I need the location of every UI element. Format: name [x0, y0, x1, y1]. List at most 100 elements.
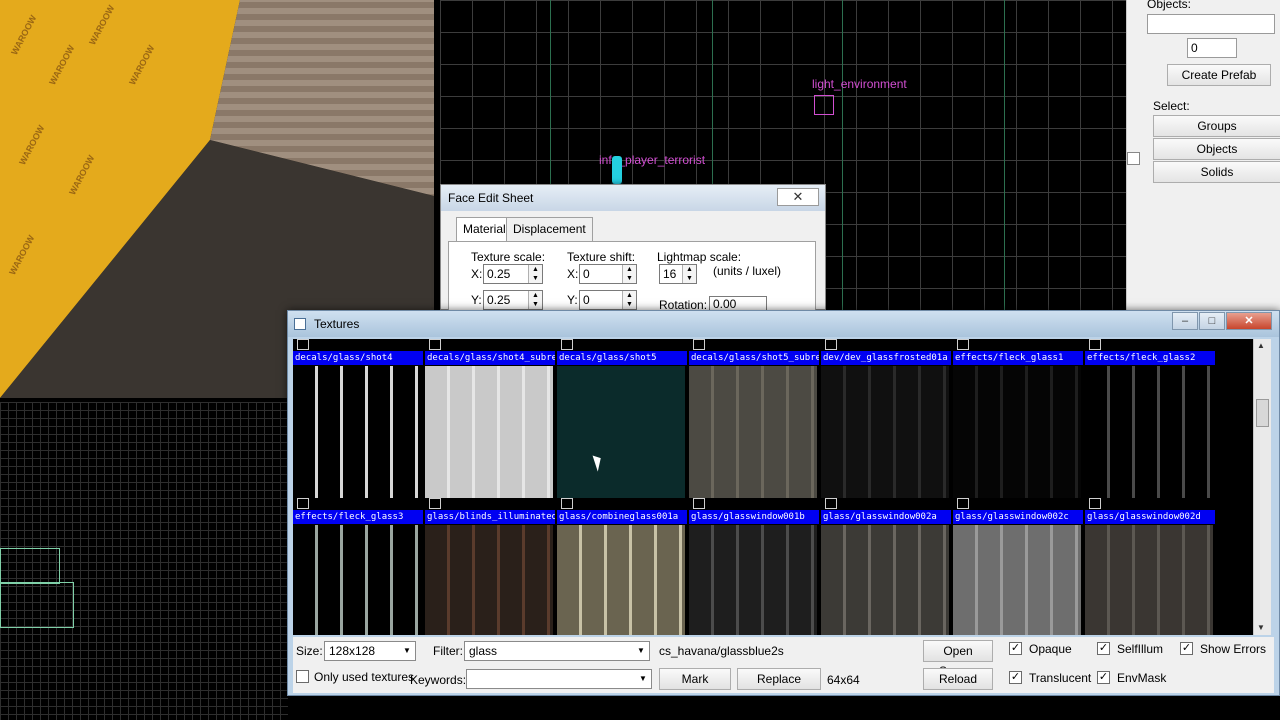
replace-button[interactable]: Replace — [737, 668, 821, 690]
texture-tag-icon — [693, 498, 705, 509]
texture-tag-icon — [693, 339, 705, 350]
lightmap-scale-value: 16 — [663, 267, 677, 281]
scroll-up-icon[interactable]: ▲ — [1257, 341, 1265, 350]
texture-tag-icon — [1089, 498, 1101, 509]
chevron-down-icon[interactable]: ▼ — [633, 642, 649, 660]
texture-thumbnail — [821, 525, 949, 635]
texture-tag-icon — [825, 498, 837, 509]
size-value: 128x128 — [329, 644, 376, 658]
texture-name: glass/glasswindow002d — [1085, 510, 1215, 524]
texture-thumbnail — [1085, 525, 1213, 635]
translucent-checkbox[interactable]: ✓ — [1009, 671, 1022, 684]
texture-tag-icon — [297, 498, 309, 509]
texture-thumbnail — [953, 366, 1081, 498]
envmask-checkbox[interactable]: ✓ — [1097, 671, 1110, 684]
rotation-value: 0.00 — [713, 297, 737, 311]
create-prefab-button[interactable]: Create Prefab — [1167, 64, 1271, 86]
mark-button[interactable]: Mark — [659, 668, 731, 690]
texture-thumbnail — [425, 366, 553, 498]
opaque-checkbox[interactable]: ✓ — [1009, 642, 1022, 655]
scrollbar-thumb[interactable] — [1256, 399, 1269, 427]
light-environment-box[interactable] — [814, 95, 834, 115]
texture-thumbnail — [557, 366, 685, 498]
face-edit-titlebar[interactable]: Face Edit Sheet ✕ — [441, 185, 825, 211]
select-solids-button[interactable]: Solids — [1153, 161, 1280, 183]
objects-label: Objects: — [1147, 0, 1192, 11]
scale-y-value: 0.25 — [487, 293, 511, 307]
maximize-icon[interactable]: □ — [1199, 312, 1225, 330]
count-spinner[interactable]: 0 — [1187, 38, 1237, 58]
count-value: 0 — [1191, 41, 1198, 55]
texture-scale-label: Texture scale: — [471, 250, 546, 264]
tab-displacement[interactable]: Displacement — [506, 217, 593, 241]
texture-name: effects/fleck_glass2 — [1085, 351, 1215, 365]
scale-x-input[interactable]: 0.25 ▲ ▼ — [483, 264, 543, 284]
only-used-checkbox[interactable] — [296, 670, 309, 683]
texture-thumbnail — [953, 525, 1081, 635]
select-label: Select: — [1153, 99, 1190, 113]
tab-material[interactable]: Material — [456, 217, 513, 241]
selfillum-label: SelfIllum — [1117, 642, 1164, 656]
textures-window: Textures – □ ✕ decals/glass/shot4 decals/… — [287, 310, 1280, 696]
spin-arrows-icon[interactable]: ▲ ▼ — [622, 265, 636, 283]
size-select[interactable]: 128x128 ▼ — [324, 641, 416, 661]
minimize-icon[interactable]: – — [1172, 312, 1198, 330]
show-errors-checkbox[interactable]: ✓ — [1180, 642, 1193, 655]
select-objects-button[interactable]: Objects — [1153, 138, 1280, 160]
texture-tag-icon — [561, 498, 573, 509]
panel-checkbox[interactable] — [1127, 152, 1140, 165]
texture-scrollbar[interactable]: ▲ ▼ — [1253, 339, 1271, 635]
scroll-down-icon[interactable]: ▼ — [1257, 623, 1265, 632]
shift-y-input[interactable]: 0 ▲ ▼ — [579, 290, 637, 310]
filter-input[interactable]: glass ▼ — [464, 641, 650, 661]
texture-browser-grid[interactable]: decals/glass/shot4 decals/glass/shot4_sub… — [293, 339, 1253, 635]
texture-thumbnail — [293, 525, 421, 635]
lightmap-scale-label: Lightmap scale: — [657, 250, 742, 264]
current-texture-name: cs_havana/glassblue2s — [659, 644, 784, 658]
texture-shift-label: Texture shift: — [567, 250, 636, 264]
spin-arrows-icon[interactable]: ▲ ▼ — [622, 291, 636, 309]
current-texture-size: 64x64 — [827, 673, 860, 687]
texture-thumbnail — [557, 525, 685, 635]
objects-combo[interactable] — [1147, 14, 1275, 34]
texture-name: glass/glasswindow002a — [821, 510, 951, 524]
face-edit-body: Material Displacement Texture scale: Tex… — [448, 217, 816, 312]
chevron-down-icon[interactable]: ▼ — [635, 670, 651, 688]
close-icon[interactable]: ✕ — [1226, 312, 1272, 330]
texture-name: effects/fleck_glass1 — [953, 351, 1083, 365]
spin-arrows-icon[interactable]: ▲ ▼ — [682, 265, 696, 283]
close-icon[interactable]: ✕ — [777, 188, 819, 206]
shift-x-input[interactable]: 0 ▲ ▼ — [579, 264, 637, 284]
selfillum-checkbox[interactable]: ✓ — [1097, 642, 1110, 655]
spin-arrows-icon[interactable]: ▲ ▼ — [528, 265, 542, 283]
face-edit-dialog: Face Edit Sheet ✕ Material Displacement … — [440, 184, 826, 312]
entity-label-light-environment[interactable]: light_environment — [812, 77, 907, 91]
show-errors-label: Show Errors — [1200, 642, 1267, 656]
translucent-label: Translucent — [1029, 671, 1092, 685]
grid-axis-line — [842, 0, 843, 310]
textures-titlebar[interactable]: Textures – □ ✕ — [288, 311, 1279, 337]
reload-button[interactable]: Reload — [923, 668, 993, 690]
texture-name: glass/glasswindow001b — [689, 510, 819, 524]
textures-title: Textures — [314, 317, 360, 331]
texture-name: glass/glasswindow002c — [953, 510, 1083, 524]
viewport-side-2d[interactable] — [0, 402, 288, 720]
chevron-down-icon[interactable]: ▼ — [399, 642, 415, 660]
texture-name: effects/fleck_glass3 — [293, 510, 423, 524]
texture-name: glass/blinds_illuminated — [425, 510, 555, 524]
brush-outline — [0, 548, 60, 584]
keywords-input[interactable]: ▼ — [466, 669, 652, 689]
texture-tag-icon — [1089, 339, 1101, 350]
open-source-button[interactable]: Open Source — [923, 640, 993, 678]
lightmap-scale-input[interactable]: 16 ▲ ▼ — [659, 264, 697, 284]
select-groups-button[interactable]: Groups — [1153, 115, 1280, 137]
texture-name: decals/glass/shot5 — [557, 351, 687, 365]
texture-name: dev/dev_glassfrosted01a — [821, 351, 951, 365]
spin-arrows-icon[interactable]: ▲ ▼ — [528, 291, 542, 309]
filter-label: Filter: — [433, 644, 463, 658]
scale-y-input[interactable]: 0.25 ▲ ▼ — [483, 290, 543, 310]
texture-thumbnail — [425, 525, 553, 635]
texture-tag-icon — [825, 339, 837, 350]
grid-axis-line — [1004, 0, 1005, 310]
texture-thumbnail — [293, 366, 421, 498]
